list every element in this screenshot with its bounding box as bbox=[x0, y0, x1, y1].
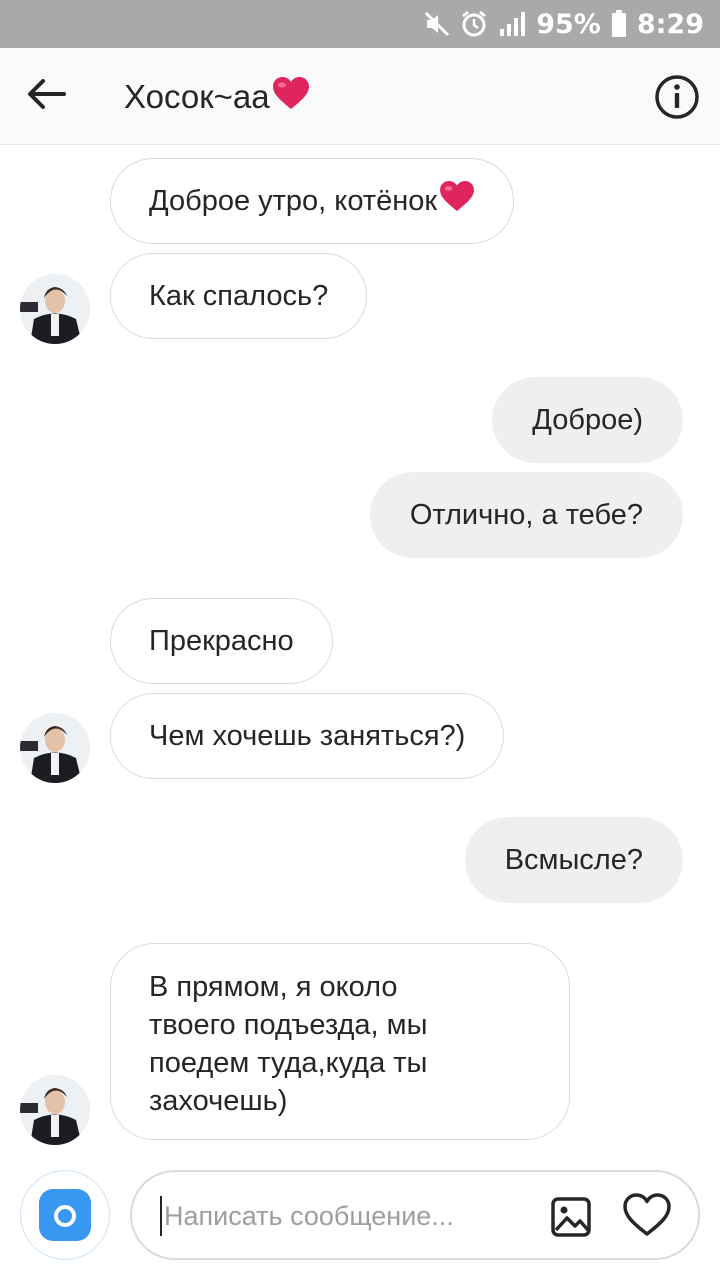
message-text: Чем хочешь заняться?) bbox=[149, 720, 466, 752]
alarm-icon bbox=[460, 10, 488, 38]
chat-title[interactable]: Хосок~аа bbox=[124, 48, 310, 145]
back-button[interactable] bbox=[22, 76, 70, 116]
like-button[interactable] bbox=[622, 1192, 672, 1242]
message-input[interactable] bbox=[160, 1196, 540, 1236]
camera-button[interactable] bbox=[20, 1170, 110, 1260]
avatar[interactable] bbox=[20, 274, 90, 344]
mute-icon bbox=[424, 11, 450, 37]
gallery-button[interactable] bbox=[550, 1196, 592, 1238]
heart-emoji-icon bbox=[272, 76, 310, 118]
info-button[interactable] bbox=[654, 74, 700, 120]
image-icon bbox=[550, 1197, 592, 1242]
message-bubble[interactable]: В прямом, я около твоего подъезда, мы по… bbox=[110, 943, 570, 1140]
heart-icon bbox=[622, 1193, 672, 1242]
avatar[interactable] bbox=[20, 1075, 90, 1145]
avatar-photo bbox=[20, 1075, 90, 1145]
message-bubble-outgoing[interactable]: Доброе) bbox=[492, 377, 683, 463]
arrow-left-icon bbox=[26, 78, 66, 115]
message-text: Доброе утро, котёнок bbox=[149, 185, 438, 217]
heart-emoji-icon bbox=[439, 180, 475, 222]
message-line: В прямом, я около bbox=[149, 971, 398, 1003]
message-bubble[interactable]: Прекрасно bbox=[110, 598, 333, 684]
camera-icon bbox=[39, 1189, 91, 1241]
message-bubble[interactable]: Доброе утро, котёнок bbox=[110, 158, 515, 244]
chat-header: Хосок~аа bbox=[0, 48, 720, 145]
message-text: Отлично, а тебе? bbox=[409, 499, 643, 531]
message-line: твоего подъезда, мы bbox=[149, 1009, 428, 1041]
message-line: поедем туда,куда ты bbox=[149, 1047, 428, 1079]
signal-icon bbox=[498, 11, 526, 37]
message-composer bbox=[0, 1160, 720, 1280]
message-text: Прекрасно bbox=[149, 625, 294, 657]
battery-percent: 95% bbox=[536, 8, 601, 40]
status-bar: 95% 8:29 bbox=[0, 0, 720, 48]
message-text: Доброе) bbox=[532, 404, 643, 436]
message-bubble[interactable]: Чем хочешь заняться?) bbox=[110, 693, 505, 779]
avatar[interactable] bbox=[20, 713, 90, 783]
message-line: захочешь) bbox=[149, 1085, 288, 1117]
info-icon bbox=[654, 75, 700, 124]
message-input-container bbox=[130, 1170, 700, 1260]
avatar-photo bbox=[20, 713, 90, 783]
clock: 8:29 bbox=[636, 8, 704, 40]
contact-name: Хосок~аа bbox=[124, 77, 270, 115]
message-text: Всмысле? bbox=[504, 844, 643, 876]
message-bubble-outgoing[interactable]: Всмысле? bbox=[464, 817, 683, 903]
avatar-photo bbox=[20, 274, 90, 344]
battery-icon bbox=[611, 10, 627, 38]
message-text: Как спалось? bbox=[149, 280, 329, 312]
message-thread: Доброе утро, котёнок Как спалось? Доброе… bbox=[0, 146, 720, 1160]
message-bubble-outgoing[interactable]: Отлично, а тебе? bbox=[369, 472, 683, 558]
message-bubble[interactable]: Как спалось? bbox=[110, 253, 368, 339]
